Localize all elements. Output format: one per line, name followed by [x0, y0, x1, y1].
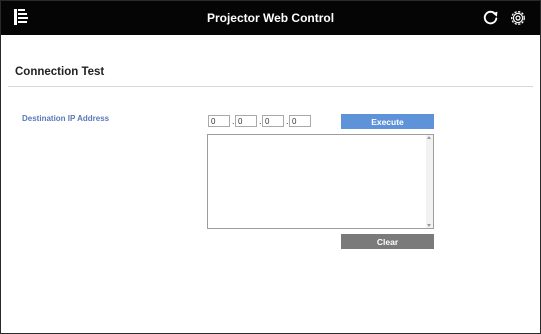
gear-icon[interactable]: [509, 9, 527, 27]
refresh-icon[interactable]: [482, 9, 499, 26]
destination-ip-label: Destination IP Address: [22, 114, 110, 123]
section-title: Connection Test: [15, 66, 105, 78]
app-window: Projector Web Control Connection Test De…: [0, 0, 541, 334]
top-bar: Projector Web Control: [1, 1, 540, 35]
ip-octet-2-input[interactable]: [235, 115, 257, 127]
ip-octet-4-input[interactable]: [289, 115, 311, 127]
section-divider: [8, 86, 533, 87]
result-textarea[interactable]: [207, 134, 434, 229]
app-title: Projector Web Control: [206, 11, 335, 25]
execute-button[interactable]: Execute: [341, 114, 434, 129]
scroll-down-arrow-icon[interactable]: [427, 224, 431, 227]
menu-icon[interactable]: [14, 9, 28, 25]
ip-octet-3-input[interactable]: [262, 115, 284, 127]
scroll-up-arrow-icon[interactable]: [427, 136, 431, 139]
clear-button[interactable]: Clear: [341, 234, 434, 249]
result-scrollbar[interactable]: [426, 135, 433, 228]
ip-octet-1-input[interactable]: [208, 115, 230, 127]
